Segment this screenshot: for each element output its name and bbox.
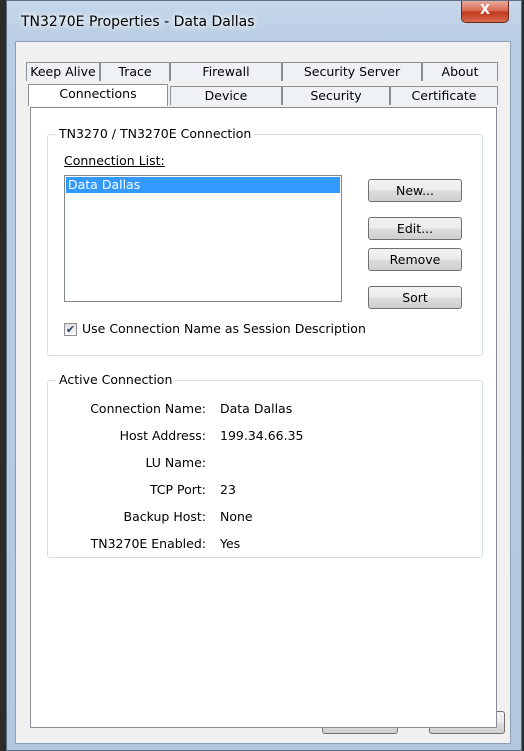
active-group-title: Active Connection bbox=[56, 372, 176, 387]
use-name-checkbox[interactable]: ✔ bbox=[64, 323, 77, 336]
tcp-port-label: TCP Port: bbox=[149, 482, 206, 497]
sort-button[interactable]: Sort bbox=[368, 286, 462, 309]
window-title: TN3270E Properties - Data Dallas bbox=[21, 14, 255, 30]
tab-firewall[interactable]: Firewall bbox=[170, 62, 282, 81]
list-item[interactable]: Data Dallas bbox=[66, 177, 340, 193]
tab-connections[interactable]: Connections bbox=[28, 84, 168, 106]
connection-groupbox: TN3270 / TN3270E Connection Connection L… bbox=[47, 126, 483, 356]
backup-host-value: None bbox=[220, 509, 253, 524]
new-button[interactable]: New... bbox=[368, 179, 462, 202]
connection-name-label: Connection Name: bbox=[90, 401, 206, 416]
tab-security[interactable]: Security bbox=[282, 86, 390, 105]
properties-window: TN3270E Properties - Data Dallas X Keep … bbox=[6, 0, 522, 751]
tab-certificate[interactable]: Certificate bbox=[390, 86, 498, 105]
backup-host-label: Backup Host: bbox=[123, 509, 206, 524]
host-address-value: 199.34.66.35 bbox=[220, 428, 304, 443]
tab-keep-alive[interactable]: Keep Alive bbox=[26, 62, 100, 81]
tcp-port-value: 23 bbox=[220, 482, 236, 497]
remove-button[interactable]: Remove bbox=[368, 248, 462, 271]
edit-button[interactable]: Edit... bbox=[368, 217, 462, 240]
tab-security-server[interactable]: Security Server bbox=[282, 62, 422, 81]
tn3270e-enabled-label: TN3270E Enabled: bbox=[90, 536, 206, 551]
connection-name-value: Data Dallas bbox=[220, 401, 293, 416]
tab-about[interactable]: About bbox=[422, 62, 498, 81]
dialog-client: Keep Alive Trace Firewall Security Serve… bbox=[15, 41, 511, 744]
connections-panel: TN3270 / TN3270E Connection Connection L… bbox=[30, 107, 497, 728]
title-bar[interactable]: TN3270E Properties - Data Dallas X bbox=[7, 1, 521, 41]
connection-list-label: Connection List: bbox=[64, 153, 165, 168]
host-address-label: Host Address: bbox=[119, 428, 206, 443]
close-button[interactable]: X bbox=[461, 1, 509, 23]
connection-group-title: TN3270 / TN3270E Connection bbox=[56, 126, 255, 141]
tab-device[interactable]: Device bbox=[170, 86, 282, 105]
tab-trace[interactable]: Trace bbox=[100, 62, 170, 81]
lu-name-label: LU Name: bbox=[145, 455, 206, 470]
use-name-checkbox-label[interactable]: Use Connection Name as Session Descripti… bbox=[82, 321, 366, 336]
active-connection-groupbox: Active Connection Connection Name: Data … bbox=[47, 372, 483, 558]
tn3270e-enabled-value: Yes bbox=[220, 536, 241, 551]
connection-listbox[interactable]: Data Dallas bbox=[64, 175, 342, 302]
